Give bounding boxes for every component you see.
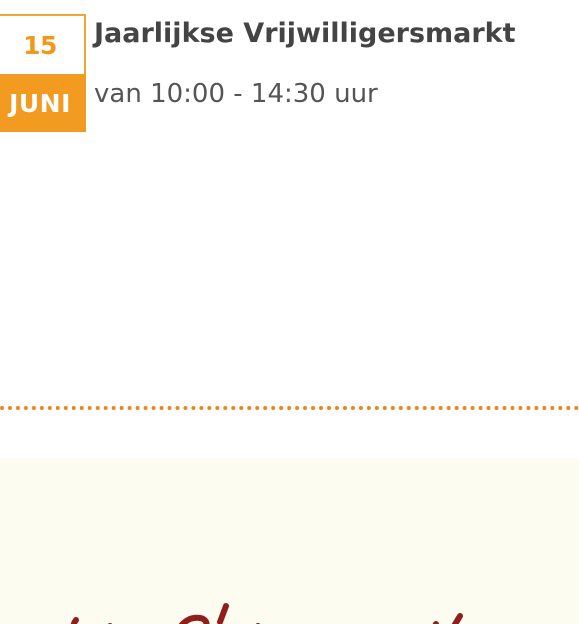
event-title[interactable]: Jaarlijkse Vrijwilligersmarkt <box>94 14 516 54</box>
script-heading <box>70 603 463 624</box>
event-time: van 10:00 - 14:30 uur <box>94 79 378 109</box>
event-item[interactable]: 15 JUNI Jaarlijkse Vrijwilligersmarkt va… <box>0 0 579 140</box>
dotted-divider <box>0 406 579 410</box>
bottom-section <box>0 458 579 624</box>
date-month: JUNI <box>0 74 86 132</box>
date-day: 15 <box>0 14 86 76</box>
date-badge: 15 JUNI <box>0 14 86 132</box>
